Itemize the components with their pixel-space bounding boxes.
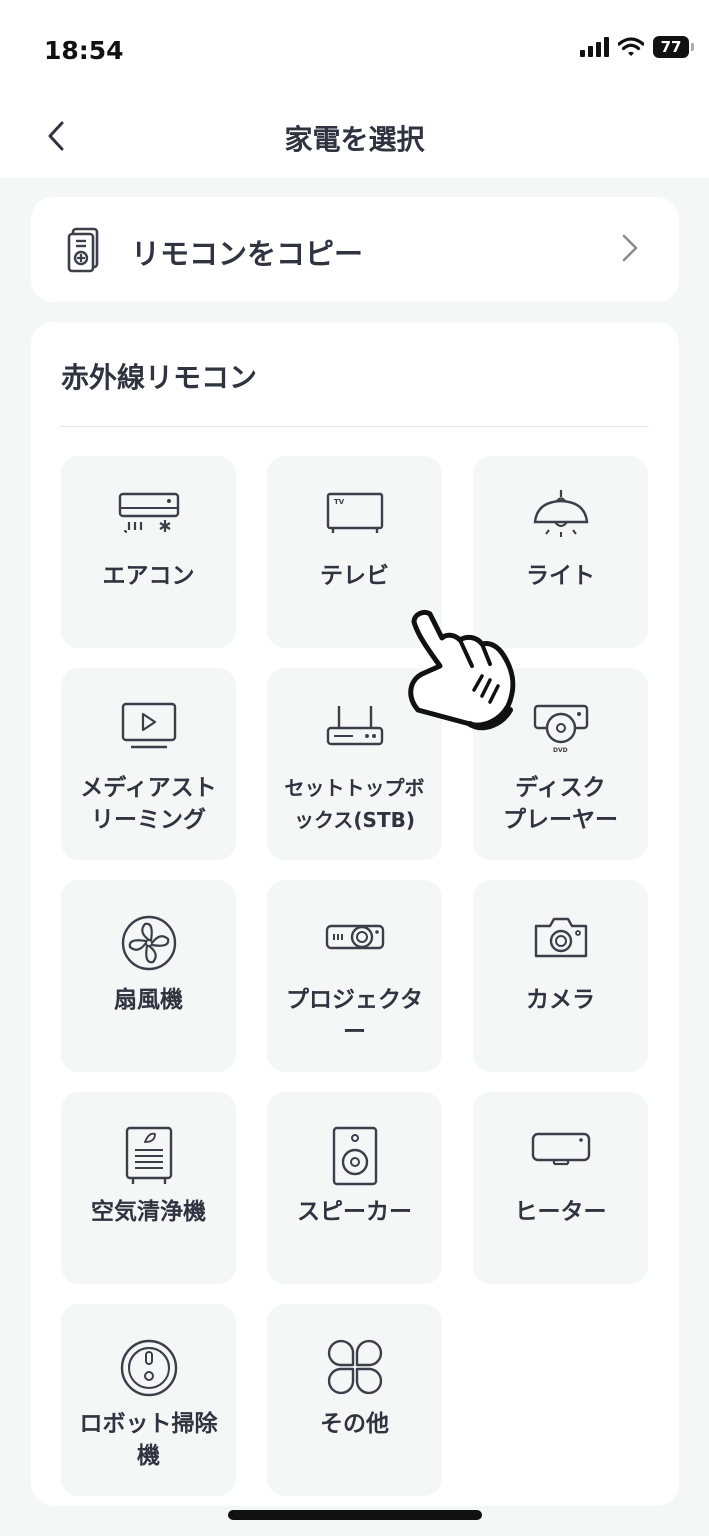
fan-icon: [121, 915, 176, 971]
device-robot-vacuum[interactable]: ロボット掃除 機: [61, 1304, 236, 1496]
disc-player-icon: DVD: [533, 704, 588, 754]
device-media-streaming[interactable]: メディアスト リーミング: [61, 668, 236, 860]
device-label: 扇風機: [114, 987, 183, 1013]
projector-icon: [325, 924, 384, 950]
device-other[interactable]: その他: [267, 1304, 442, 1496]
wifi-icon: [618, 37, 644, 56]
device-label: ロボット掃除 機: [79, 1411, 218, 1469]
air-conditioner-icon: [118, 492, 179, 533]
device-label: ディスク プレーヤー: [503, 775, 618, 833]
cellular-signal-icon: [580, 37, 609, 57]
status-icons: 77: [580, 36, 694, 58]
heater-icon: [531, 1132, 590, 1166]
svg-text:TV: TV: [334, 498, 345, 506]
speaker-icon: [332, 1126, 377, 1186]
device-camera[interactable]: カメラ: [473, 880, 648, 1072]
svg-text:DVD: DVD: [553, 747, 568, 754]
device-label: カメラ: [526, 987, 595, 1013]
remote-copy-icon: [67, 227, 99, 273]
divider: [61, 426, 649, 427]
device-air-conditioner[interactable]: エアコン: [61, 456, 236, 648]
status-time: 18:54: [44, 36, 124, 65]
copy-remote-row[interactable]: リモコンをコピー: [31, 197, 679, 302]
camera-icon: [534, 917, 587, 958]
tv-icon: TV: [326, 492, 383, 533]
device-label: テレビ: [320, 563, 389, 589]
set-top-box-icon: [326, 706, 383, 746]
device-heater[interactable]: ヒーター: [473, 1092, 648, 1284]
device-projector[interactable]: プロジェクタ ー: [267, 880, 442, 1072]
device-label: プロジェクタ ー: [285, 987, 424, 1045]
device-label: ヒーター: [514, 1199, 607, 1225]
air-purifier-icon: [125, 1126, 172, 1184]
device-label: 空気清浄機: [91, 1199, 206, 1225]
tap-hand-pointer-icon: [408, 609, 516, 731]
section-title: 赤外線リモコン: [61, 361, 258, 394]
robot-vacuum-icon: [120, 1339, 177, 1397]
ceiling-light-icon: [533, 490, 588, 537]
infrared-remote-section: 赤外線リモコン エアコン TV テレビ ライト メディアスト リーミング セット…: [31, 322, 679, 1506]
battery-level: 77: [660, 38, 682, 56]
device-label: ライト: [526, 563, 595, 589]
device-label: その他: [320, 1411, 389, 1437]
device-air-purifier[interactable]: 空気清浄機: [61, 1092, 236, 1284]
device-label: セットトップボ ックス(STB): [284, 776, 425, 832]
home-indicator[interactable]: [228, 1510, 482, 1520]
other-icon: [327, 1339, 382, 1395]
device-label: エアコン: [102, 563, 195, 589]
device-speaker[interactable]: スピーカー: [267, 1092, 442, 1284]
chevron-right-icon: [622, 234, 638, 262]
media-streaming-icon: [121, 702, 176, 749]
copy-remote-label: リモコンをコピー: [131, 237, 364, 271]
device-label: スピーカー: [297, 1199, 412, 1225]
device-fan[interactable]: 扇風機: [61, 880, 236, 1072]
battery-indicator: 77: [653, 36, 694, 58]
device-label: メディアスト リーミング: [80, 775, 217, 833]
page-title: 家電を選択: [284, 123, 425, 156]
